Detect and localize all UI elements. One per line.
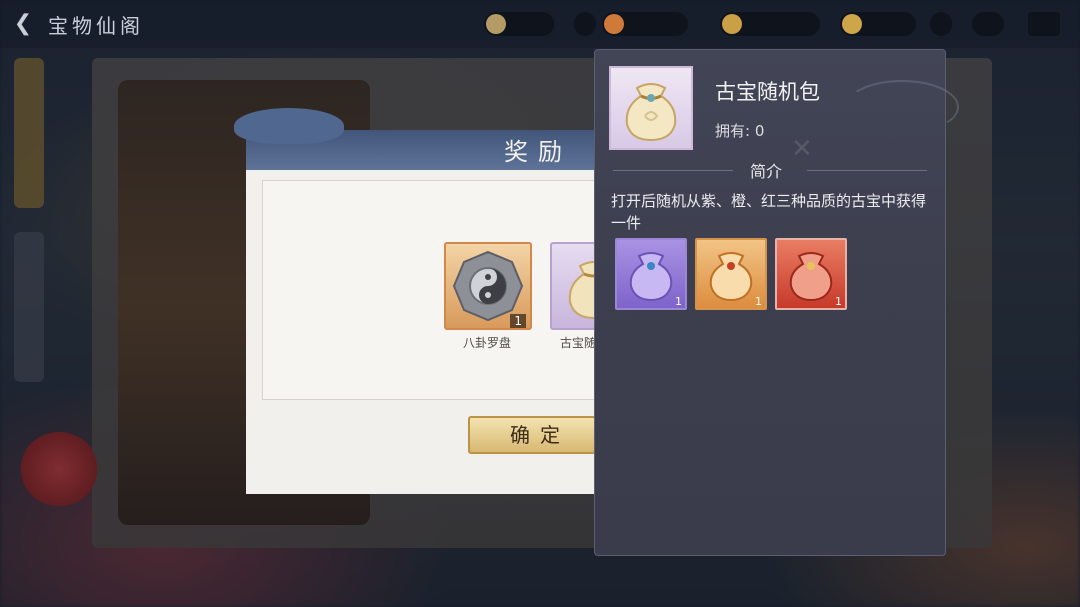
tooltip-item-icon: [609, 66, 693, 150]
resource-slot: [484, 12, 554, 36]
item-count: 1: [835, 295, 842, 308]
divider: [807, 170, 927, 171]
tooltip-description: 打开后随机从紫、橙、红三种品质的古宝中获得一件: [611, 192, 927, 232]
treasure-bag-icon: [568, 261, 596, 320]
content-item-purple-bag[interactable]: 1: [615, 238, 687, 310]
item-count: 1: [675, 295, 682, 308]
treasure-bag-icon: [625, 83, 677, 142]
add-resource-button[interactable]: [930, 12, 952, 36]
tooltip-section-header: 简介: [595, 158, 945, 182]
content-item-red-bag[interactable]: 1: [775, 238, 847, 310]
resource-slot: [720, 12, 820, 36]
content-item-orange-bag[interactable]: 1: [695, 238, 767, 310]
chat-icon[interactable]: [972, 12, 1004, 36]
confirm-button[interactable]: 确定: [468, 416, 596, 454]
item-count: 1: [755, 295, 762, 308]
cloud-ornament: [845, 80, 959, 134]
tooltip-item-name: 古宝随机包: [715, 80, 820, 104]
cloud-ornament: [234, 108, 344, 144]
resource-slot: [840, 12, 916, 36]
ingot-icon: [842, 14, 862, 34]
tooltip-owned-count: 拥有: 0: [715, 122, 765, 140]
back-arrow-icon[interactable]: ❮: [8, 9, 38, 39]
add-resource-button[interactable]: [574, 12, 596, 36]
reward-item-label: 八卦罗盘: [462, 336, 511, 350]
item-tooltip-panel: 古宝随机包 拥有: 0 ✕ 简介 打开后随机从紫、橙、红三种品质的古宝中获得一件…: [594, 49, 959, 556]
reward-items-area: [262, 180, 598, 400]
reward-item-label: 古宝随机包: [560, 336, 596, 350]
page-title: 宝物仙阁: [48, 14, 144, 38]
resource-icon: [486, 14, 506, 34]
top-bar: ❮ 宝物仙阁: [0, 0, 1080, 48]
reward-dialog-title: 奖励: [504, 138, 572, 166]
item-count: 1: [510, 314, 526, 328]
reward-dialog: 奖励 1 八卦罗盘 古宝随机包 确定: [234, 108, 598, 494]
resource-slot: [602, 12, 688, 36]
reward-item-treasure-bag[interactable]: [550, 242, 596, 330]
divider: [613, 170, 733, 171]
coin-icon: [722, 14, 742, 34]
resource-icon: [604, 14, 624, 34]
menu-icon[interactable]: [1028, 12, 1060, 36]
tooltip-section-label: 简介: [750, 162, 783, 181]
reward-item-bagua-compass[interactable]: 1: [444, 242, 532, 330]
